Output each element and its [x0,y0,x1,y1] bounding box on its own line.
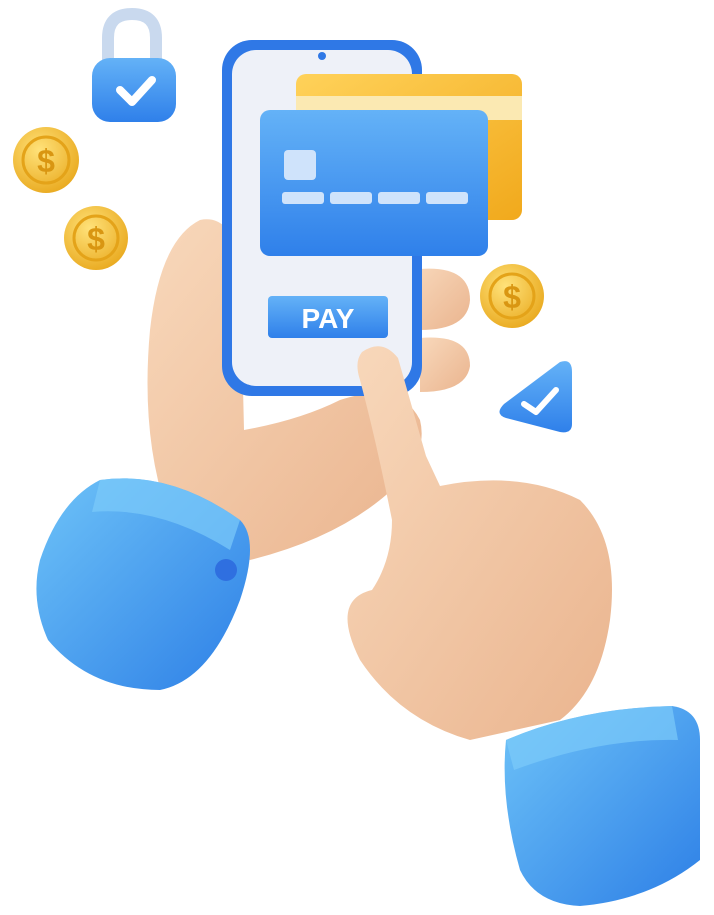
mobile-payment-illustration: $ $ $ PAY [13,7,700,906]
dollar-coin-icon: $ [480,264,544,328]
padlock-check-icon [92,7,176,122]
dollar-coin-icon: $ [13,127,79,193]
left-sleeve-cuff [36,478,250,690]
dollar-coin-icon: $ [64,206,128,270]
right-hand [347,346,612,740]
svg-text:$: $ [37,143,55,179]
svg-text:$: $ [87,221,105,257]
credit-card-icon [260,110,488,256]
pay-button-label: PAY [302,303,355,334]
check-triangle-icon [499,361,572,433]
pay-button[interactable]: PAY [268,296,388,338]
right-sleeve-cuff [504,706,700,906]
svg-text:$: $ [503,279,521,315]
